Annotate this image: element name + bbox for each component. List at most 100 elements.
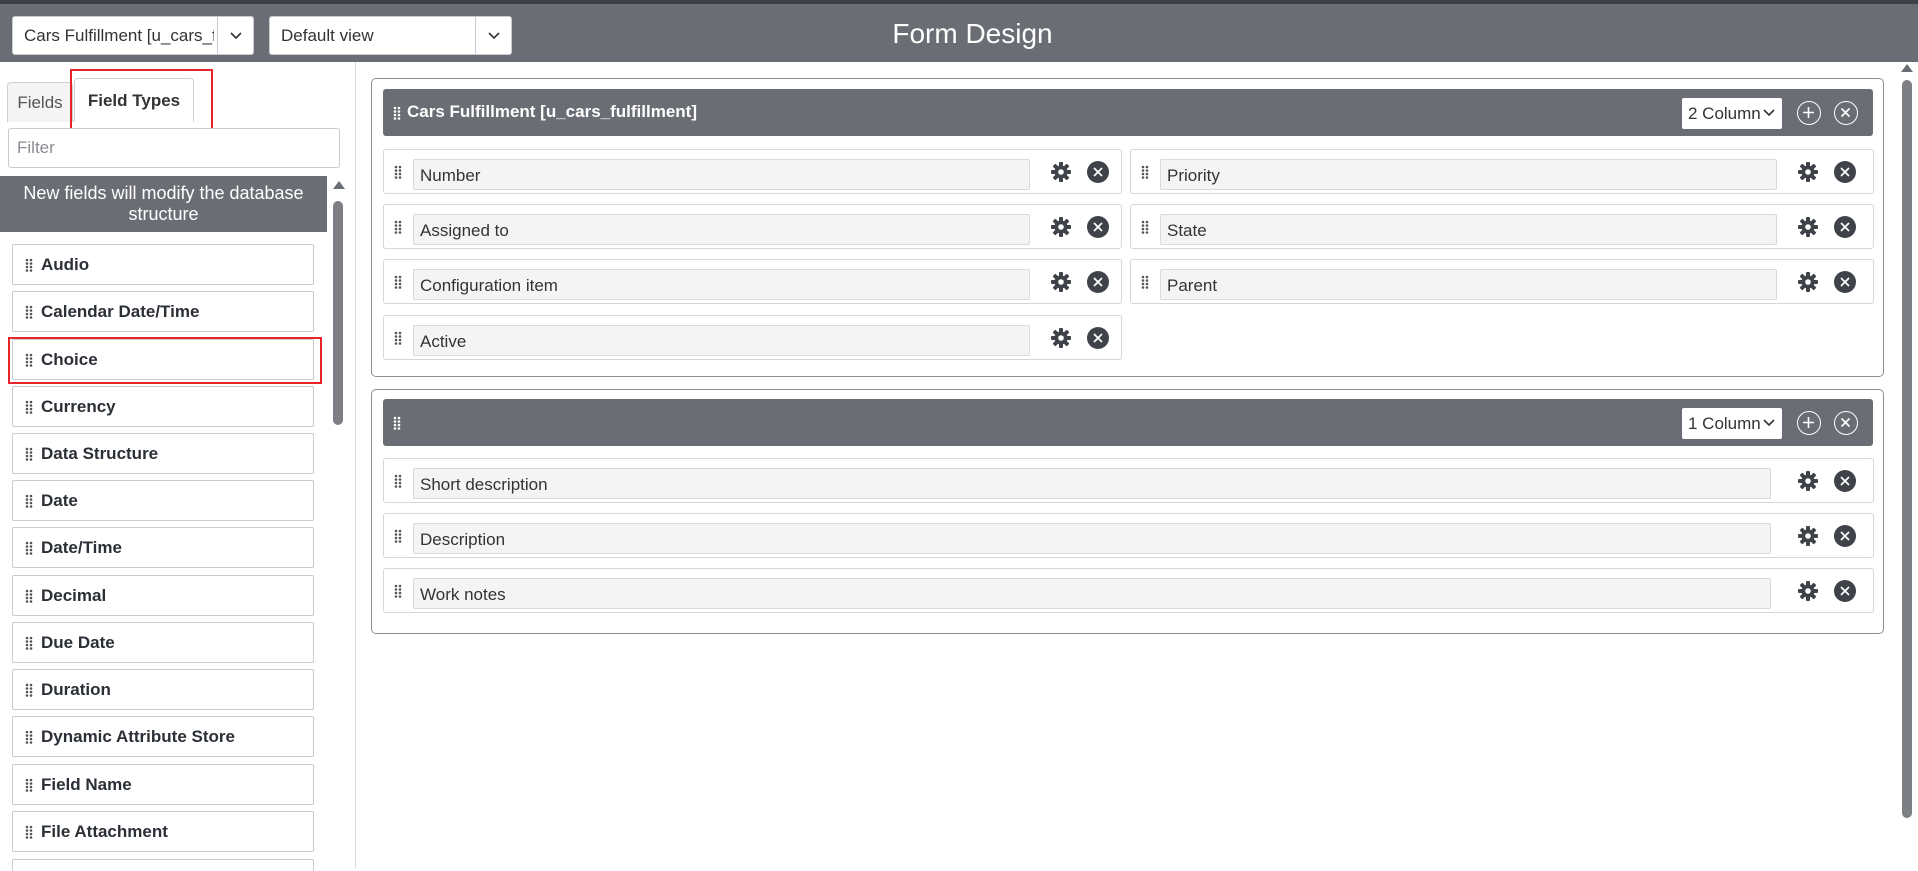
gear-icon[interactable] — [1796, 215, 1820, 239]
drag-handle-icon[interactable] — [25, 824, 33, 844]
field-type-audio[interactable]: Audio — [12, 244, 314, 285]
form-field-state[interactable]: State — [1130, 204, 1874, 249]
gear-icon[interactable] — [1049, 215, 1073, 239]
field-type-label: Choice — [41, 350, 98, 369]
drag-handle-icon[interactable] — [394, 165, 402, 184]
close-circle-icon[interactable] — [1833, 270, 1857, 294]
close-circle-icon[interactable] — [1086, 270, 1110, 294]
add-circle-icon[interactable] — [1797, 411, 1821, 435]
drag-handle-icon[interactable] — [1141, 220, 1149, 239]
gear-icon[interactable] — [1049, 326, 1073, 350]
field-type-calendar-date-time[interactable]: Calendar Date/Time — [12, 291, 314, 332]
field-type-date[interactable]: Date — [12, 480, 314, 521]
form-field-description[interactable]: Description — [383, 513, 1874, 558]
notice-banner: New fields will modify the database stru… — [0, 176, 327, 232]
field-type-date-time[interactable]: Date/Time — [12, 527, 314, 568]
drag-handle-icon[interactable] — [25, 304, 33, 324]
column-layout-select[interactable]: 2 Column — [1682, 98, 1782, 129]
field-label: Work notes — [413, 578, 1771, 609]
section-header: 1 Column — [383, 399, 1873, 446]
page-title: Form Design — [892, 18, 1053, 49]
field-type-choice[interactable]: Choice — [12, 339, 314, 380]
drag-handle-icon[interactable] — [25, 588, 33, 608]
field-type-label: Date/Time — [41, 538, 122, 557]
field-label: Number — [413, 159, 1030, 190]
main-scrollbar[interactable] — [1900, 62, 1914, 868]
drag-handle-icon[interactable] — [25, 493, 33, 513]
close-circle-icon[interactable] — [1833, 160, 1857, 184]
drag-handle-icon[interactable] — [25, 729, 33, 749]
close-circle-icon[interactable] — [1086, 326, 1110, 350]
drag-handle-icon[interactable] — [25, 446, 33, 466]
form-field-configuration-item[interactable]: Configuration item — [383, 259, 1122, 304]
tab-fields[interactable]: Fields — [7, 82, 73, 122]
close-circle-icon[interactable] — [1833, 524, 1857, 548]
form-field-priority[interactable]: Priority — [1130, 149, 1874, 194]
gear-icon[interactable] — [1049, 160, 1073, 184]
drag-handle-icon[interactable] — [394, 220, 402, 239]
drag-handle-icon[interactable] — [394, 584, 402, 603]
gear-icon[interactable] — [1796, 270, 1820, 294]
column-layout-select[interactable]: 1 Column — [1682, 408, 1782, 439]
chevron-down-icon — [1762, 105, 1776, 125]
top-bar: Cars Fulfillment [u_cars_fulfillment] De… — [0, 0, 1918, 62]
drag-handle-icon[interactable] — [393, 416, 401, 435]
drag-handle-icon[interactable] — [25, 635, 33, 655]
form-field-parent[interactable]: Parent — [1130, 259, 1874, 304]
drag-handle-icon[interactable] — [1141, 165, 1149, 184]
field-type-currency[interactable]: Currency — [12, 386, 314, 427]
drag-handle-icon[interactable] — [25, 399, 33, 419]
field-type-duration[interactable]: Duration — [12, 669, 314, 710]
field-type-label: Data Structure — [41, 444, 159, 463]
form-field-active[interactable]: Active — [383, 315, 1122, 360]
close-circle-icon[interactable] — [1833, 215, 1857, 239]
close-circle-icon[interactable] — [1086, 215, 1110, 239]
field-type-dynamic-attribute-store[interactable]: Dynamic Attribute Store — [12, 716, 314, 757]
gear-icon[interactable] — [1796, 160, 1820, 184]
close-circle-icon[interactable] — [1086, 160, 1110, 184]
field-type-decimal[interactable]: Decimal — [12, 575, 314, 616]
scrollbar-thumb[interactable] — [333, 201, 343, 425]
close-circle-icon[interactable] — [1833, 579, 1857, 603]
close-circle-icon[interactable] — [1833, 469, 1857, 493]
close-circle-icon[interactable] — [1834, 101, 1858, 125]
scroll-up-icon[interactable] — [333, 181, 345, 189]
drag-handle-icon[interactable] — [25, 682, 33, 702]
left-scrollbar[interactable] — [332, 179, 345, 868]
field-label: Description — [413, 523, 1771, 554]
scrollbar-thumb[interactable] — [1902, 80, 1912, 818]
drag-handle-icon[interactable] — [393, 106, 401, 125]
drag-handle-icon[interactable] — [394, 529, 402, 548]
field-type-due-date[interactable]: Due Date — [12, 622, 314, 663]
gear-icon[interactable] — [1049, 270, 1073, 294]
field-type-partial — [12, 859, 314, 871]
field-type-data-structure[interactable]: Data Structure — [12, 433, 314, 474]
drag-handle-icon[interactable] — [25, 352, 33, 372]
field-type-file-attachment[interactable]: File Attachment — [12, 811, 314, 852]
scroll-up-icon[interactable] — [1901, 64, 1913, 72]
field-type-label: Date — [41, 491, 78, 510]
gear-icon[interactable] — [1796, 579, 1820, 603]
form-field-assigned-to[interactable]: Assigned to — [383, 204, 1122, 249]
form-field-short-description[interactable]: Short description — [383, 458, 1874, 503]
drag-handle-icon[interactable] — [394, 474, 402, 493]
field-type-field-name[interactable]: Field Name — [12, 764, 314, 805]
form-section-2: 1 Column Short description Description W… — [371, 389, 1884, 634]
filter-input[interactable] — [8, 128, 340, 168]
drag-handle-icon[interactable] — [25, 540, 33, 560]
tab-field-types[interactable]: Field Types — [74, 78, 194, 122]
section-title: Cars Fulfillment [u_cars_fulfillment] — [407, 102, 697, 121]
drag-handle-icon[interactable] — [1141, 275, 1149, 294]
field-type-label: File Attachment — [41, 822, 168, 841]
close-circle-icon[interactable] — [1834, 411, 1858, 435]
drag-handle-icon[interactable] — [25, 777, 33, 797]
add-circle-icon[interactable] — [1797, 101, 1821, 125]
drag-handle-icon[interactable] — [394, 275, 402, 294]
drag-handle-icon[interactable] — [394, 331, 402, 350]
drag-handle-icon[interactable] — [25, 257, 33, 277]
field-label: Parent — [1160, 269, 1777, 300]
form-field-number[interactable]: Number — [383, 149, 1122, 194]
gear-icon[interactable] — [1796, 469, 1820, 493]
gear-icon[interactable] — [1796, 524, 1820, 548]
form-field-work-notes[interactable]: Work notes — [383, 568, 1874, 613]
